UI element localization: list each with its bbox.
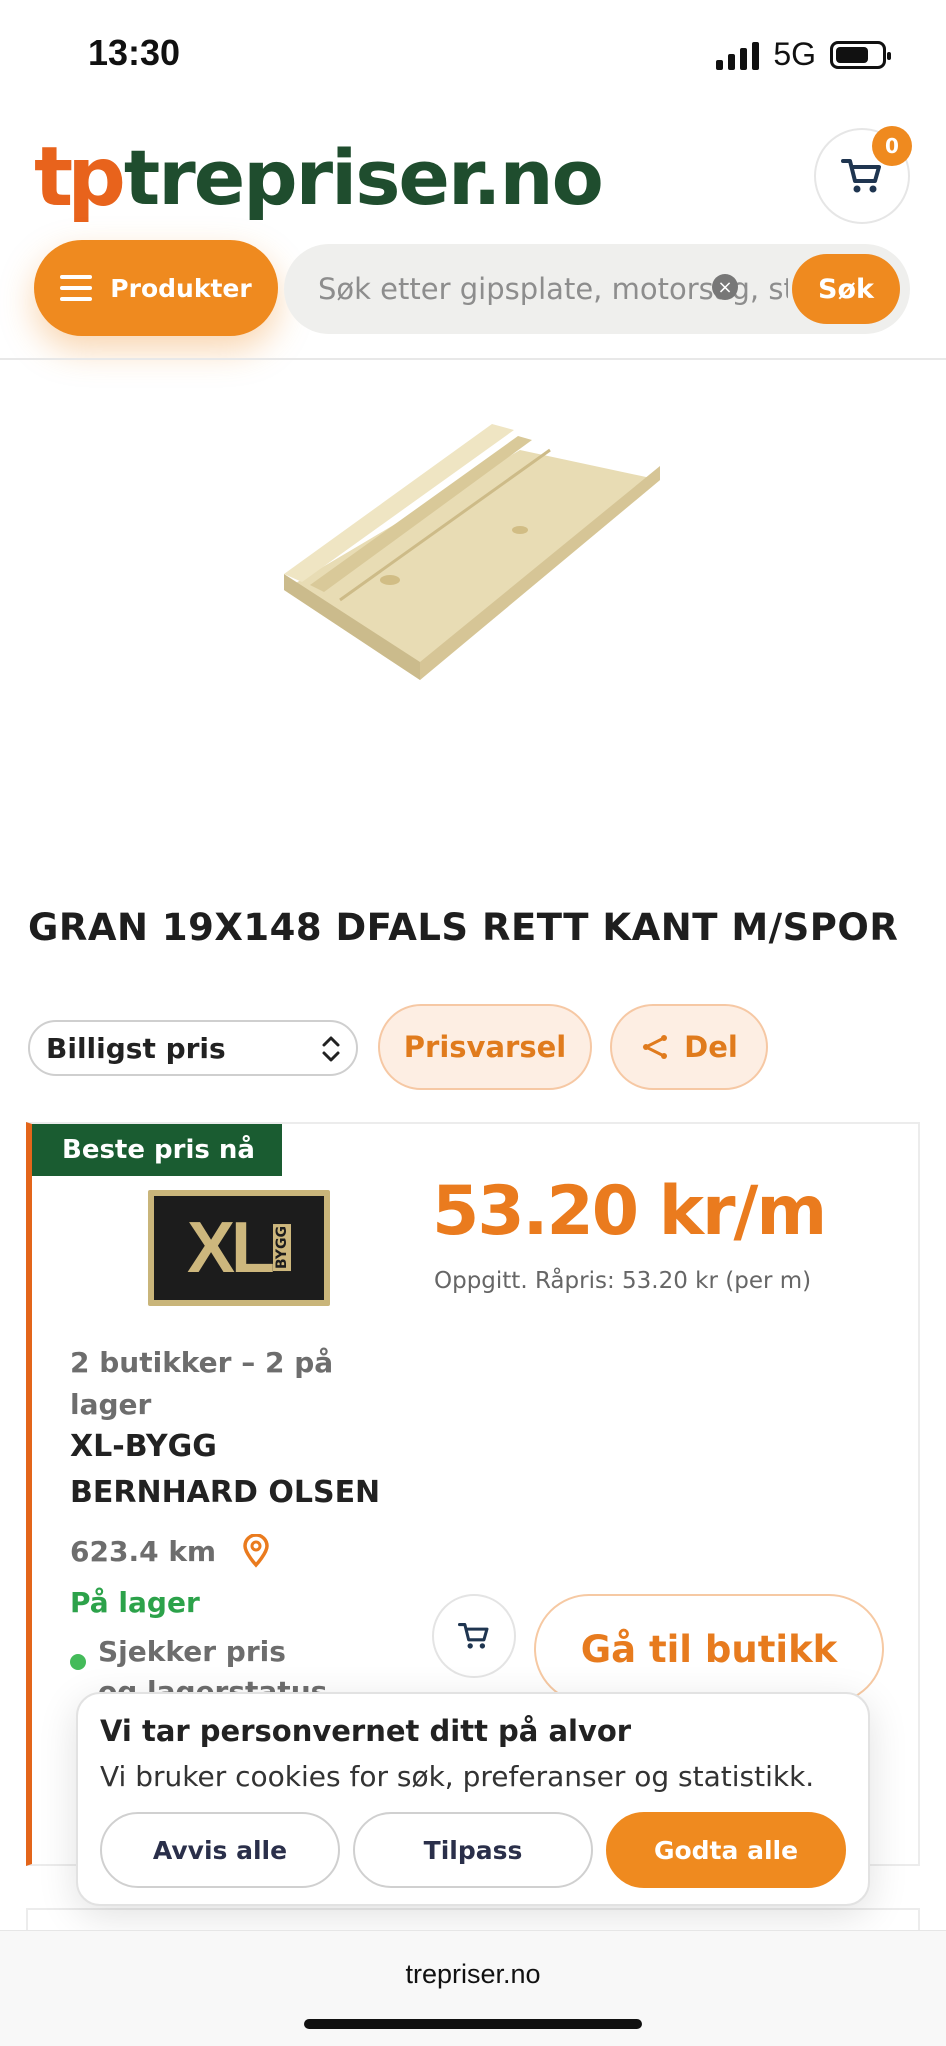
home-indicator[interactable] (304, 2019, 642, 2029)
reject-all-button[interactable]: Avvis alle (100, 1812, 340, 1888)
logo-text: trepriser.no (123, 133, 604, 222)
status-bar: 13:30 5G (0, 0, 946, 100)
goto-store-button[interactable]: Gå til butikk (534, 1594, 884, 1704)
share-button[interactable]: Del (610, 1004, 768, 1090)
add-to-cart-button[interactable] (432, 1594, 516, 1678)
site-logo[interactable]: tp trepriser.no (34, 130, 604, 225)
customize-button[interactable]: Tilpass (353, 1812, 593, 1888)
product-title: GRAN 19X148 DFALS RETT KANT M/SPOR (28, 906, 899, 949)
raw-price: Oppgitt. Råpris: 53.20 kr (per m) (434, 1268, 812, 1294)
stores-count: 2 butikker – 2 på lager (70, 1346, 334, 1421)
status-indicators: 5G (716, 36, 891, 73)
cart-icon (458, 1623, 489, 1649)
best-price-badge: Beste pris nå (32, 1124, 282, 1176)
status-dot-icon (70, 1654, 86, 1670)
offer-price: 53.20 kr/m (432, 1172, 827, 1251)
search-button[interactable]: Søk (792, 254, 900, 324)
accept-all-button[interactable]: Godta alle (606, 1812, 846, 1888)
price-alert-button[interactable]: Prisvarsel (378, 1004, 592, 1090)
share-icon (642, 1035, 668, 1059)
cookie-banner: Vi tar personvernet ditt på alvor Vi bru… (76, 1692, 870, 1906)
store-name: XL-BYGG BERNHARD OLSEN (70, 1429, 381, 1510)
store-logo[interactable]: XL BYGG (148, 1190, 330, 1306)
chevron-updown-icon (322, 1036, 340, 1062)
signal-icon (716, 40, 760, 70)
products-label: Produkter (110, 273, 252, 303)
cart-button[interactable]: 0 (814, 126, 912, 224)
cookie-title: Vi tar personvernet ditt på alvor (100, 1714, 632, 1748)
sort-value: Billigst pris (46, 1031, 226, 1065)
cookie-text: Vi bruker cookies for søk, preferanser o… (100, 1760, 815, 1793)
status-time: 13:30 (88, 32, 181, 73)
store-logo-text: XL (186, 1208, 275, 1288)
product-image (284, 424, 660, 680)
search-bar: × Søk (284, 244, 910, 334)
cart-icon (841, 159, 881, 193)
menu-icon (60, 275, 93, 301)
share-label: Del (684, 1030, 738, 1064)
cart-count-badge: 0 (872, 126, 912, 166)
header-divider (0, 358, 946, 360)
store-distance: 623.4 km (70, 1534, 270, 1568)
price-alert-label: Prisvarsel (403, 1030, 567, 1064)
location-pin-icon[interactable] (242, 1534, 270, 1568)
stock-status: På lager (70, 1586, 200, 1619)
sort-select[interactable]: Billigst pris (28, 1020, 358, 1076)
distance-value: 623.4 km (70, 1534, 217, 1568)
site-header: tp trepriser.no 0 Produkter × Søk (0, 100, 946, 360)
browser-url[interactable]: trepriser.no (0, 1959, 946, 1990)
browser-bar: trepriser.no (0, 1930, 946, 2046)
logo-mark: tp (34, 130, 126, 225)
products-menu-button[interactable]: Produkter (34, 240, 278, 336)
battery-icon (830, 40, 891, 69)
network-label: 5G (773, 36, 816, 72)
clear-icon[interactable]: × (712, 274, 738, 300)
store-logo-sub: BYGG (273, 1224, 291, 1272)
